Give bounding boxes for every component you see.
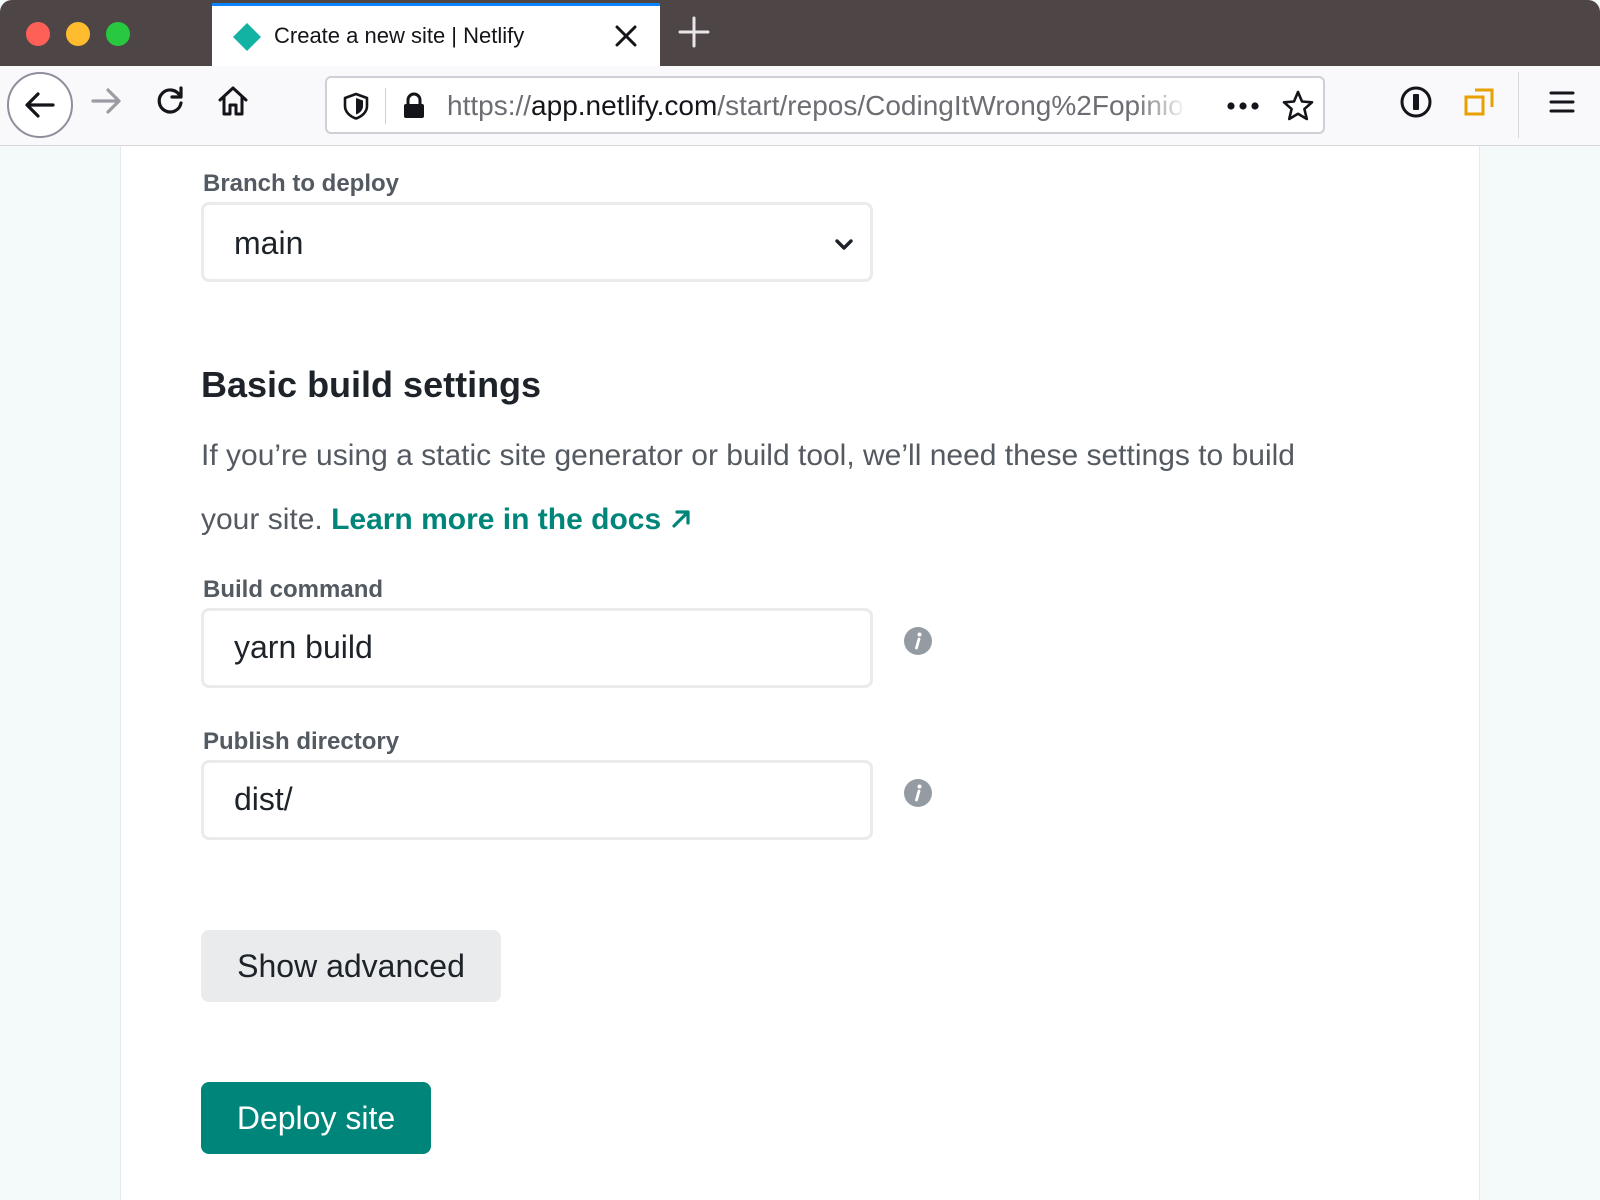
deploy-site-button[interactable]: Deploy site [201,1082,431,1154]
url-bar-separator [385,88,386,124]
window-minimize-button[interactable] [66,22,90,46]
section-description: If you’re using a static site generator … [201,424,1351,552]
forward-button[interactable] [86,81,126,121]
lock-icon[interactable] [399,91,429,121]
external-arrow-icon [672,510,690,528]
1password-icon [1400,86,1432,118]
branch-select-value: main [234,225,304,261]
branch-select[interactable]: main [201,202,873,282]
window-close-button[interactable] [26,22,50,46]
home-icon [218,86,248,116]
active-tab[interactable]: Create a new site | Netlify [212,3,660,66]
build-command-label: Build command [203,576,384,603]
window-zoom-button[interactable] [106,22,130,46]
build-command-field[interactable] [201,608,873,688]
docs-link[interactable]: Learn more in the docs [331,503,693,536]
url-host: app.netlify.com [531,90,718,121]
back-button[interactable] [7,72,73,138]
close-tab-icon[interactable] [610,20,642,52]
hamburger-menu-icon [1549,91,1575,113]
tracking-shield-icon[interactable] [341,91,371,121]
publish-directory-info-icon[interactable] [903,778,933,808]
url-bar[interactable]: https://app.netlify.com/start/repos/Codi… [325,76,1325,134]
more-dots-icon[interactable] [1223,91,1263,121]
url-text[interactable]: https://app.netlify.com/start/repos/Codi… [447,90,1187,122]
tab-strip: Create a new site | Netlify [0,0,1600,66]
publish-directory-label: Publish directory [203,728,400,755]
toolbar-separator [1518,72,1519,138]
navigation-toolbar: https://app.netlify.com/start/repos/Codi… [0,66,1600,146]
show-advanced-button[interactable]: Show advanced [201,930,501,1002]
deploy-settings-card: Branch to deploy main Basic build settin… [120,146,1480,1200]
build-command-input[interactable] [234,629,834,666]
back-arrow-icon [25,92,55,118]
publish-directory-input[interactable] [234,781,834,818]
url-scheme: https:// [447,90,532,121]
new-tab-plus-icon[interactable] [676,14,712,50]
url-path: /start/repos/CodingItWrong%2Fopinio [717,90,1184,121]
reload-icon [157,86,183,114]
docs-link-label: Learn more in the docs [331,503,662,536]
build-command-info-icon[interactable] [903,626,933,656]
extension-icon [1464,88,1494,116]
branch-label: Branch to deploy [203,170,400,197]
forward-arrow-icon [91,88,121,114]
tab-title: Create a new site | Netlify [274,23,525,48]
app-menu-button[interactable] [1542,82,1582,122]
publish-directory-field[interactable] [201,760,873,840]
reload-button[interactable] [150,81,190,121]
star-icon[interactable] [1281,89,1315,123]
chevron-down-icon [835,239,853,250]
section-title: Basic build settings [201,364,542,405]
netlify-diamond-icon [233,23,261,51]
extension-button[interactable] [1460,82,1500,122]
1password-button[interactable] [1396,82,1436,122]
home-button[interactable] [213,81,253,121]
